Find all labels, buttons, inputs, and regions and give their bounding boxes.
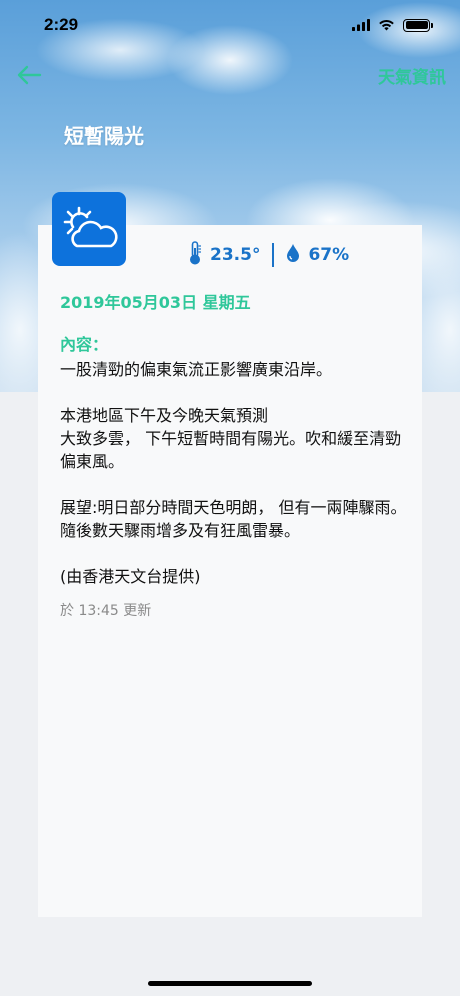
temperature-value: 23.5° [210, 245, 261, 265]
home-indicator[interactable] [148, 981, 312, 986]
status-bar: 2:29 [0, 0, 460, 50]
battery-icon [403, 18, 433, 32]
content-line: 一股清勁的偏東氣流正影響廣東沿岸。 [60, 360, 333, 379]
content-line: (由香港天文台提供) [60, 567, 201, 586]
status-time: 2:29 [44, 15, 79, 34]
stats-divider [272, 243, 275, 267]
nav-bar: 天氣資訊 [0, 55, 460, 95]
updated-time: 於 13:45 更新 [60, 603, 152, 619]
humidity-value: 67% [308, 245, 350, 265]
wifi-icon [378, 16, 395, 35]
arrow-left-icon [17, 65, 42, 85]
weather-stats: 23.5° 67% [188, 240, 350, 270]
status-icons [352, 16, 433, 35]
thermometer-icon [188, 240, 202, 270]
content-label: 內容： [60, 335, 109, 354]
nav-title[interactable]: 天氣資訊 [378, 63, 446, 88]
forecast-date: 2019年05月03日 星期五 [60, 293, 251, 312]
back-button[interactable] [14, 60, 44, 90]
content-line: 展望:明日部分時間天色明朗， 但有一兩陣驟雨。隨後數天驟雨增多及有狂風雷暴。 [60, 498, 407, 540]
content-line: 大致多雲， 下午短暫時間有陽光。吹和緩至清勁偏東風。 [60, 429, 402, 471]
humidity-drop-icon [286, 243, 300, 268]
condition-title: 短暫陽光 [64, 124, 144, 148]
signal-icon [352, 16, 370, 35]
partly-sunny-icon [52, 192, 126, 266]
content-line: 本港地區下午及今晚天氣預測 [60, 406, 269, 425]
forecast-content: 一股清勁的偏東氣流正影響廣東沿岸。 本港地區下午及今晚天氣預測 大致多雲， 下午… [60, 358, 410, 588]
